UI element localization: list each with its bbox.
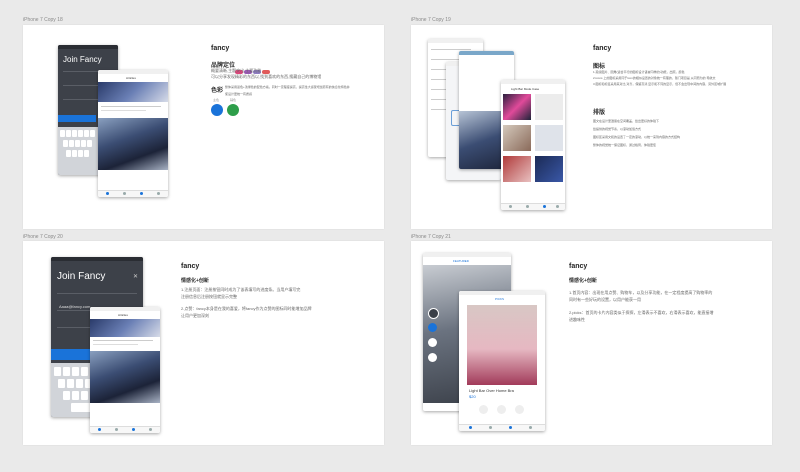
desc-line-3: 2.点赞：fancy本身是在我的喜爱，将fancy作为点赞的图标同时能增加品牌	[181, 306, 312, 311]
status-bar	[428, 39, 483, 43]
grid-image[interactable]	[535, 156, 563, 182]
form-field[interactable]	[57, 293, 137, 294]
like-action-icon[interactable]	[428, 323, 437, 332]
desc-line-4: 让用户更加深刻	[181, 313, 209, 318]
articles-screen: Articles	[98, 70, 168, 197]
layout-line-2: 给提供的视觉节奏，以滚动加载方式	[593, 127, 642, 131]
artboard-1[interactable]: Join Fancy Articles fancy 品牌定位 概要清晰,主题突出…	[23, 25, 384, 229]
grid-banner: Light Bar Mode Case	[511, 87, 540, 91]
grid-image[interactable]	[503, 156, 531, 182]
desc-line-4: 进趣味性	[569, 317, 585, 322]
featured-tab[interactable]: FEATURED	[453, 259, 469, 263]
article-text	[101, 110, 146, 111]
status-bar	[459, 51, 514, 55]
status-bar	[459, 291, 545, 295]
grid-image[interactable]	[535, 94, 563, 120]
article-text	[93, 344, 138, 345]
grid-image[interactable]	[503, 94, 531, 120]
artboard-label-1: iPhone 7 Copy 18	[23, 17, 63, 23]
board-title: fancy	[181, 263, 200, 270]
desc-line-3: 2.picks：首页的卡片内容类似于探探，左滑表示不喜欢，右滑表示喜欢，能直接增	[569, 310, 714, 315]
artboard-2[interactable]: Light Bar Mode Case fancy 图标 1.延续图片、圆角(适…	[411, 25, 772, 229]
color-line-2: 使设计更统一有质感	[225, 92, 253, 96]
product-price: $20	[469, 394, 476, 399]
desc-line-1: 1.首页内容：出现在用点赞、购物车，以及分享功能，在一定程度提高了购物率的	[569, 290, 713, 295]
desc-line-2: 注册信息后注册按钮就显示完整	[181, 294, 237, 299]
board-subtitle: 情感化+创新	[181, 278, 209, 284]
status-bar	[98, 70, 168, 74]
artboard-3[interactable]: Join Fancy ✕ Aaaa@fancy.com Articles fan…	[23, 241, 384, 445]
article-photo	[90, 351, 160, 403]
status-bar	[51, 257, 143, 261]
artboard-label-2: iPhone 7 Copy 19	[411, 17, 451, 23]
status-bar	[90, 307, 160, 311]
status-bar	[58, 45, 118, 49]
status-bar	[501, 80, 565, 84]
grid-image[interactable]	[535, 125, 563, 151]
articles-screen: Articles	[90, 307, 160, 433]
picks-tab[interactable]: PICKS	[495, 297, 504, 301]
color-label: 色彩	[211, 88, 224, 94]
color-name-primary: 主色	[213, 98, 220, 102]
articles-title: Articles	[126, 76, 136, 80]
articles-title: Articles	[118, 313, 128, 317]
artboard-4[interactable]: FEATURED PICKS Light Bar Over Home Bra $…	[411, 241, 772, 445]
dislike-icon[interactable]	[479, 405, 488, 414]
board-subtitle: 情感化+创新	[569, 278, 597, 284]
layout-line-3: 图标区采用文和的设置了一定的滚动，以统一来到内容的方式结构	[593, 135, 681, 139]
menu-item[interactable]	[431, 49, 471, 50]
artboard-label-3: iPhone 7 Copy 20	[23, 234, 63, 240]
article-text	[93, 340, 153, 341]
product-photo	[467, 305, 537, 385]
like-icon[interactable]	[515, 405, 524, 414]
tab-bar[interactable]	[98, 190, 168, 197]
cart-action-icon[interactable]	[428, 338, 437, 347]
register-progress-button[interactable]	[58, 115, 96, 122]
close-icon[interactable]: ✕	[133, 273, 138, 280]
color-line-1: 整体采用蓝色+浅绿色的配色方案。同时一定程度提高，提高性大感受增加原有的信息化特…	[225, 85, 350, 89]
desc-line-1: 1.注册页面：注册按钮同时成为了该表填写的进度条。当用户填写完	[181, 287, 301, 292]
layout-line-1: 图文在设计里遵循在空间覆盖，给出更好的体验下	[593, 119, 660, 123]
color-name-secondary: 辅色	[230, 98, 237, 102]
brand-line-2: 可以分享发现精彩的东西以,找到喜欢的东西,搜藏自己的博物馆	[211, 74, 322, 79]
product-name: Light Bar Over Home Bra	[469, 388, 514, 393]
tab-bar[interactable]	[90, 426, 160, 433]
pause-icon[interactable]	[497, 405, 506, 414]
desc-line-2: 同时有一些好玩的设置，以用户能获一用	[569, 297, 641, 302]
more-action-icon[interactable]	[428, 353, 437, 362]
article-image	[90, 319, 160, 337]
board-title: fancy	[569, 263, 588, 270]
status-bar	[423, 253, 511, 257]
icon-line-3: 3.图标和标签采用来对比,对齐，保留高清,显示和不同的显示，但不会出现中间的内容…	[593, 82, 727, 86]
email-field[interactable]: Aaaa@fancy.com	[59, 304, 90, 309]
tab-bar[interactable]	[501, 203, 565, 210]
grid-image[interactable]	[503, 125, 531, 151]
layout-line-4: 整体的视觉统一保证图标，通过格局，体验更佳	[593, 143, 657, 147]
article-text	[101, 106, 161, 107]
share-action-icon[interactable]	[428, 308, 439, 319]
artboard-label-4: iPhone 7 Copy 21	[411, 234, 451, 240]
grid-screen: Light Bar Mode Case	[501, 80, 565, 210]
board-title: fancy	[211, 45, 230, 52]
picks-card-screen: PICKS Light Bar Over Home Bra $20	[459, 291, 545, 431]
primary-color-swatch	[211, 104, 223, 116]
layout-label: 排版	[593, 110, 606, 116]
tab-bar[interactable]	[459, 424, 545, 431]
secondary-color-swatch	[227, 104, 239, 116]
join-fancy-title: Join Fancy	[63, 55, 102, 64]
article-image	[98, 82, 168, 102]
join-fancy-title: Join Fancy	[57, 271, 106, 282]
article-photo	[98, 118, 168, 170]
board-title: fancy	[593, 45, 612, 52]
